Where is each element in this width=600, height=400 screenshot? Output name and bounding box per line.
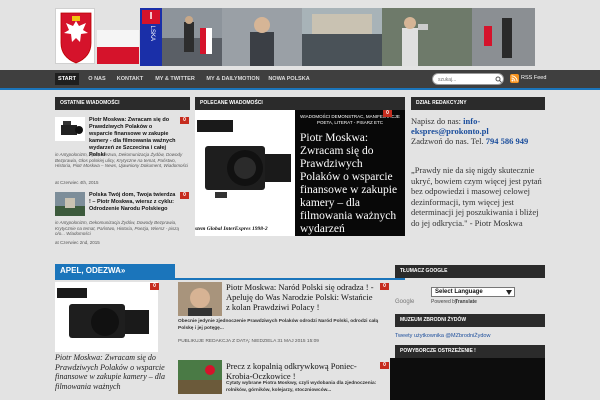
apel-accent-line [55,278,405,280]
latest-news-title: OSTATNIE WIADOMOŚCI [55,97,190,110]
polish-eagle-emblem [55,8,95,64]
nav-kontakt[interactable]: KONTAKT [114,73,146,85]
post-thumbnail[interactable] [55,192,85,216]
article-title-link[interactable]: Precz z kopalnią odkrywkową Poniec-Krobi… [226,361,376,381]
museum-widget-title: MUZEUM ZBRODNI ŻYDÓW [395,314,545,327]
warning-media-box[interactable] [390,358,545,400]
language-select[interactable]: Select Language [431,287,515,297]
nav-my-twitter[interactable]: MY & TWITTER [150,73,200,85]
photo-speaker [222,8,302,66]
editorial-quote: „Prawdy nie da się nigdy skutecznie ukry… [411,165,542,228]
featured-post-title[interactable]: Piotr Moskwa: Zwracam się do Prawdziwych… [300,132,402,236]
featured-caption: stem Global InterExpres 1998-2 [195,226,268,232]
comment-count-badge[interactable]: 0 [150,283,159,290]
photo-street [302,8,382,66]
apel-featured-image[interactable] [55,282,158,352]
post-categories: in Antypolonizm, Apel, odezwa, Dekomuniz… [55,152,189,168]
banner-text: POLSKA [145,17,157,68]
article-thumbnail[interactable] [178,360,222,394]
article-thumbnail[interactable] [178,282,222,316]
post-date: at Czerwiec 4th, 2015 [55,180,99,185]
post-date: at Czerwiec 2nd, 2015 [55,240,100,245]
language-select-value: Select Language [435,289,483,295]
nav-my-dailymotion[interactable]: MY & DAILYMOTION [203,73,263,85]
banner-text-label: POLSKA [149,26,155,41]
rss-feed-link[interactable]: RSS Feed [521,74,546,83]
article-title-link[interactable]: Piotr Moskwa: Naród Polski się odradza !… [226,282,376,312]
article-meta: PUBLIKUJE REDAKCJA Z DATĄ: NIEDZIELA 31 … [178,339,319,344]
search-box[interactable] [432,73,504,85]
site-header: I POLSKA [0,0,600,70]
featured-post-panel[interactable]: WIADOMOŚCI DEMONSTRAC, MANIFESTACJE POET… [295,110,405,236]
editorial-title: DZIAŁ REDAKCYJNY [411,97,545,110]
polish-flag [97,30,139,64]
warning-widget-title: POWYBORCZE OSTRZEŻENIE ! [395,345,545,358]
comment-count-badge[interactable]: 0 [180,117,189,124]
flag-red-stripe [97,47,139,64]
banner-letter: I [142,10,160,24]
comment-count-badge[interactable]: 0 [380,283,389,290]
photo-rally [472,8,535,66]
contact-info: Napisz do nas: info-ekspres@prokonto.pl … [411,116,546,146]
apel-section-title[interactable]: APEL, ODEZWA» [55,264,175,278]
photo-demonstration [162,8,222,66]
comment-count-badge[interactable]: 0 [383,110,392,117]
chevron-down-icon [506,290,512,295]
translate-widget-title: TŁUMACZ GOOGLE [395,265,545,278]
featured-news-title: POLECANE WIADOMOŚCI [195,97,405,110]
powered-by-label: Powered by [431,299,458,305]
header-photo-collage [162,8,535,66]
nav-o-nas[interactable]: O NAS [84,73,110,85]
google-logo: Google [395,299,415,305]
photo-megaphone [382,8,472,66]
post-categories: in Antypolonizm, Dekomunizacja Żydów, Do… [55,220,180,236]
comment-count-badge[interactable]: 0 [180,192,189,199]
polska-vertical-banner[interactable]: I POLSKA [140,8,162,66]
post-thumbnail[interactable] [55,117,85,141]
write-prefix: Napisz do nas: [411,116,464,126]
tweets-link[interactable]: Tweety użytkownika @MZbrodniŻydow [395,333,490,339]
call-prefix: Zadzwoń do nas. Tel. [411,136,486,146]
flag-white-stripe [97,30,139,47]
translate-link[interactable]: Translate [455,299,477,305]
search-input[interactable] [438,75,493,84]
nav-nowa-polska[interactable]: NOWA POLSKA [266,73,312,85]
article-excerpt: Obecnie jedynie zjednoczenie Prawdziwych… [178,319,379,331]
phone-number[interactable]: 794 586 949 [486,136,529,146]
search-icon[interactable] [495,76,502,83]
comment-count-badge[interactable]: 0 [380,362,389,369]
article-excerpt: Cytaty wybrane Piotra Moskwy, czyli wydo… [226,381,377,393]
featured-camera-image[interactable] [195,110,295,236]
post-title-link[interactable]: Polska Twój dom, Twoja twierdza ! – Piot… [89,192,177,213]
nav-start[interactable]: START [55,73,79,85]
rss-icon[interactable] [510,74,519,83]
apel-featured-title[interactable]: Piotr Moskwa: Zwracam się do Prawdziwych… [55,353,175,391]
nav-accent-line [0,88,600,90]
